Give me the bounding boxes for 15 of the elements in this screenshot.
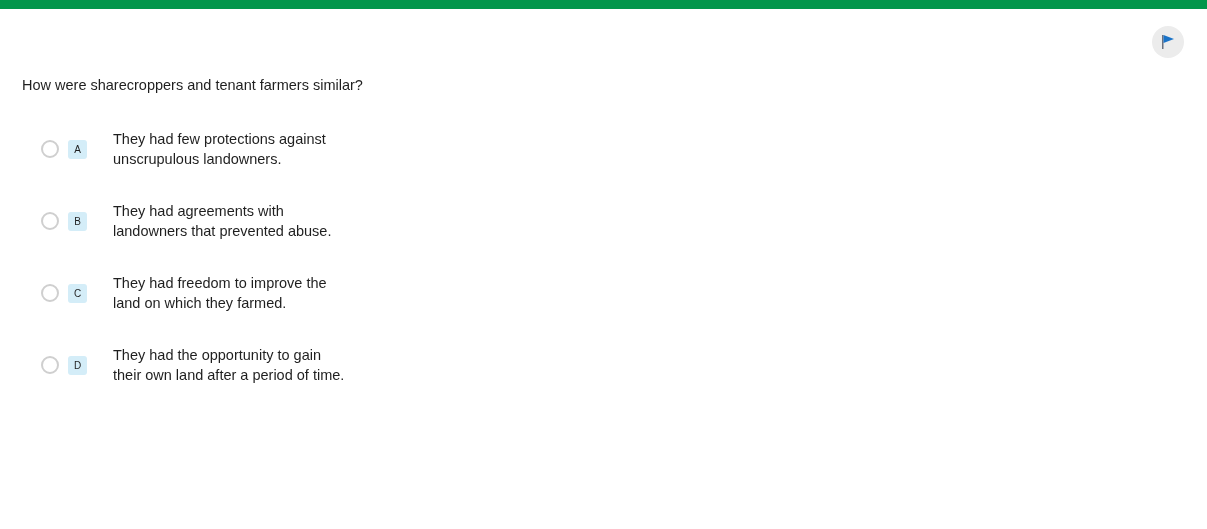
radio-button[interactable]	[41, 212, 59, 231]
option-letter: B	[68, 211, 87, 231]
option-letter: C	[68, 283, 87, 303]
radio-button[interactable]	[41, 356, 59, 375]
option-letter: A	[68, 139, 87, 159]
option-text[interactable]: They had the opportunity to gain their own land after a period of time.	[113, 344, 351, 386]
flag-button[interactable]	[1152, 26, 1184, 58]
option-text[interactable]: They had freedom to improve the land on which they farmed.	[113, 272, 351, 314]
option-text[interactable]: They had agreements with landowners that prevented abuse.	[113, 200, 351, 242]
radio-button[interactable]	[41, 284, 59, 303]
question-text: How were sharecroppers and tenant farmers similar?	[22, 76, 364, 95]
option-letter: D	[68, 355, 87, 375]
option-text[interactable]: They had few protections against unscrupulous landowners.	[113, 128, 351, 170]
radio-button[interactable]	[41, 140, 59, 159]
flag-icon	[1161, 34, 1175, 50]
